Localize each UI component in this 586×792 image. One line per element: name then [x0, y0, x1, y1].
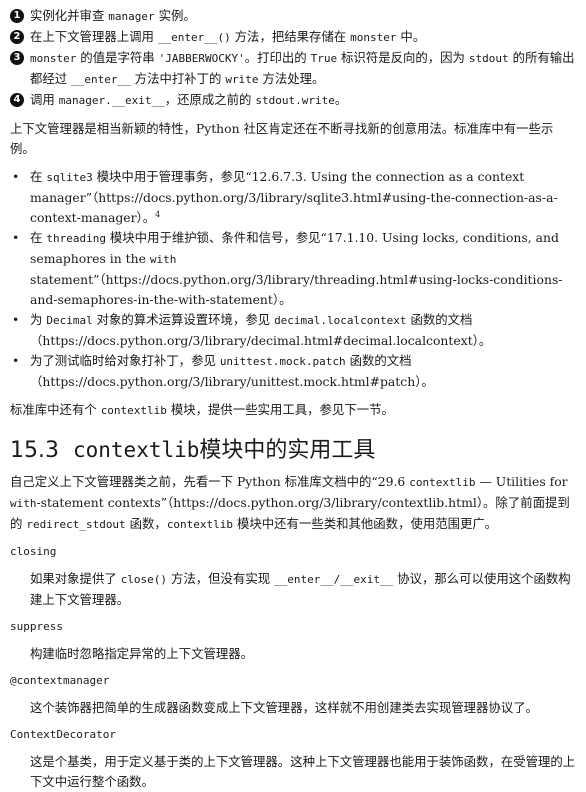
term-name: ContextDecorator — [10, 728, 116, 741]
text-run: 调用 — [30, 92, 59, 107]
text-run: 实例。 — [154, 8, 196, 23]
text-run: 方法，但没有实现 — [167, 571, 275, 586]
text-run: — Utilities for — [475, 474, 568, 489]
inline-code: with — [10, 497, 37, 510]
term-name: suppress — [10, 620, 63, 633]
section-number: 15.3 — [10, 438, 59, 463]
section-intro-paragraph: 自己定义上下文管理器类之前，先看一下 Python 标准库文档中的“29.6 c… — [10, 472, 576, 535]
text-run: 。 — [334, 92, 348, 107]
text-run: 如果对象提供了 — [30, 571, 121, 586]
step-item: 3 monster 的值是字符串 'JABBERWOCKY'。打印出的 True … — [10, 48, 576, 90]
inline-code: sqlite3 — [46, 171, 93, 184]
text-run: 模块，提供一些实用工具，参见下一节。 — [166, 402, 394, 417]
inline-code: stdout.write — [255, 94, 335, 107]
inline-code: contextlib — [409, 476, 476, 489]
text-run: 模块中用于维护锁、条件和信号，参见“17.1.10. Using locks, … — [30, 230, 559, 266]
inline-code: close() — [120, 573, 168, 586]
text-run: 实例化并审查 — [30, 8, 109, 23]
bullet-icon: • — [12, 312, 20, 327]
section-heading: 15.3 contextlib模块中的实用工具 — [10, 435, 576, 466]
term-definitions: closing 如果对象提供了 close() 方法，但没有实现 __enter_… — [10, 543, 576, 792]
page: 1 实例化并审查 manager 实例。 2 在上下文管理器上调用 __enter__… — [10, 6, 576, 792]
text-run: 方法中打补丁的 — [130, 71, 226, 86]
step-item: 2 在上下文管理器上调用 __enter__() 方法，把结果存储在 monste… — [10, 27, 576, 48]
text-run: statement”（https://docs.python.org/3/lib… — [30, 272, 563, 307]
text-run: 方法，把结果存储在 — [230, 29, 351, 44]
inline-code: with — [149, 253, 177, 266]
text-run: 对象的算术运算设置环境，参见 — [92, 312, 275, 327]
text-run: 方法处理。 — [258, 71, 325, 86]
inline-code: write — [225, 73, 259, 86]
step-number-badge: 2 — [10, 30, 24, 44]
example-item: • 为 Decimal 对象的算术运算设置环境，参见 decimal.localc… — [10, 310, 576, 351]
closing-paragraph: 标准库中还有个 contextlib 模块，提供一些实用工具，参见下一节。 — [10, 400, 576, 421]
step-number-badge: 3 — [10, 51, 24, 65]
term-description: 如果对象提供了 close() 方法，但没有实现 __enter__/__exi… — [10, 569, 576, 610]
text-run: 为 — [30, 312, 47, 327]
term-description: 这个装饰器把简单的生成器函数变成上下文管理器，这样就不用创建类去实现管理器协议了… — [10, 698, 576, 718]
text-run: 在 — [30, 169, 47, 184]
inline-code: decimal.localcontext — [274, 314, 407, 327]
text-run: 自己定义上下文管理器类之前，先看一下 Python 标准库文档中的“29.6 — [10, 474, 410, 489]
text-run: 标识符是反向的，因为 — [337, 50, 469, 65]
term-name: @contextmanager — [10, 674, 110, 687]
inline-code: __enter__() — [157, 31, 231, 44]
numbered-steps: 1 实例化并审查 manager 实例。 2 在上下文管理器上调用 __enter__… — [10, 6, 576, 111]
text-run: 模块中用于管理事务，参见“12.6.7.3. Using the connect… — [30, 169, 558, 225]
text-run: 这是个基类，用于定义基于类的上下文管理器。这种上下文管理器也能用于装饰函数，在受… — [30, 754, 576, 789]
inline-code: Decimal — [46, 314, 93, 327]
inline-code: monster — [350, 31, 397, 44]
step-number-badge: 4 — [10, 93, 24, 107]
text-run: 构建临时忽略指定异常的上下文管理器。 — [30, 646, 254, 661]
inline-code: threading — [46, 232, 106, 245]
inline-code: manager.__exit__ — [58, 94, 165, 107]
example-item: • 为了测试临时给对象打补丁，参见 unittest.mock.patch 函数的… — [10, 351, 576, 392]
text-run: 的值是字符串 — [76, 50, 159, 65]
intro-paragraph: 上下文管理器是相当新颖的特性，Python 社区肯定还在不断寻找新的创意用法。标… — [10, 121, 554, 156]
inline-code: contextlib — [100, 404, 167, 417]
text-run: 中。 — [396, 29, 426, 44]
inline-code: __enter__/__exit__ — [274, 573, 394, 586]
term-description: 构建临时忽略指定异常的上下文管理器。 — [10, 644, 576, 664]
term-name: closing — [10, 545, 57, 558]
text-run: 在 — [30, 230, 47, 245]
text-run: 。打印出的 — [244, 50, 311, 65]
inline-code: True — [310, 52, 338, 65]
text-run: 标准库中还有个 — [10, 402, 101, 417]
bullet-icon: • — [12, 169, 20, 184]
inline-code: __enter__ — [71, 73, 131, 86]
text-run: 这个装饰器把简单的生成器函数变成上下文管理器，这样就不用创建类去实现管理器协议了… — [30, 700, 539, 715]
bullet-icon: • — [12, 230, 20, 245]
text-run: 为了测试临时给对象打补丁，参见 — [30, 353, 220, 368]
section-heading-mono: contextlib — [72, 438, 200, 462]
text-run: 函数， — [125, 516, 167, 531]
inline-code: monster — [30, 52, 77, 65]
text-run: 模块中还有一些类和其他函数，使用范围更广。 — [233, 516, 498, 531]
footnote-ref: 4 — [155, 209, 161, 219]
text-run: ，还原成之前的 — [164, 92, 256, 107]
inline-code: contextlib — [166, 518, 234, 531]
inline-code: redirect_stdout — [26, 518, 126, 531]
inline-code: manager — [108, 10, 155, 23]
step-number-badge: 1 — [10, 9, 24, 23]
term-description: 这是个基类，用于定义基于类的上下文管理器。这种上下文管理器也能用于装饰函数，在受… — [10, 752, 576, 792]
inline-code: stdout — [468, 52, 509, 65]
step-item: 4 调用 manager.__exit__，还原成之前的 stdout.write… — [10, 90, 576, 111]
example-item: • 在 sqlite3 模块中用于管理事务，参见“12.6.7.3. Using … — [10, 167, 576, 228]
section-heading-text: 模块中的实用工具 — [199, 438, 376, 463]
text-run: 在上下文管理器上调用 — [30, 29, 158, 44]
inline-code: 'JABBERWOCKY' — [158, 52, 245, 65]
inline-code: unittest.mock.patch — [219, 355, 346, 368]
step-item: 1 实例化并审查 manager 实例。 — [10, 6, 576, 27]
example-item: • 在 threading 模块中用于维护锁、条件和信号，参见“17.1.10. … — [10, 228, 576, 310]
example-list: • 在 sqlite3 模块中用于管理事务，参见“12.6.7.3. Using … — [10, 167, 576, 392]
bullet-icon: • — [12, 353, 20, 368]
